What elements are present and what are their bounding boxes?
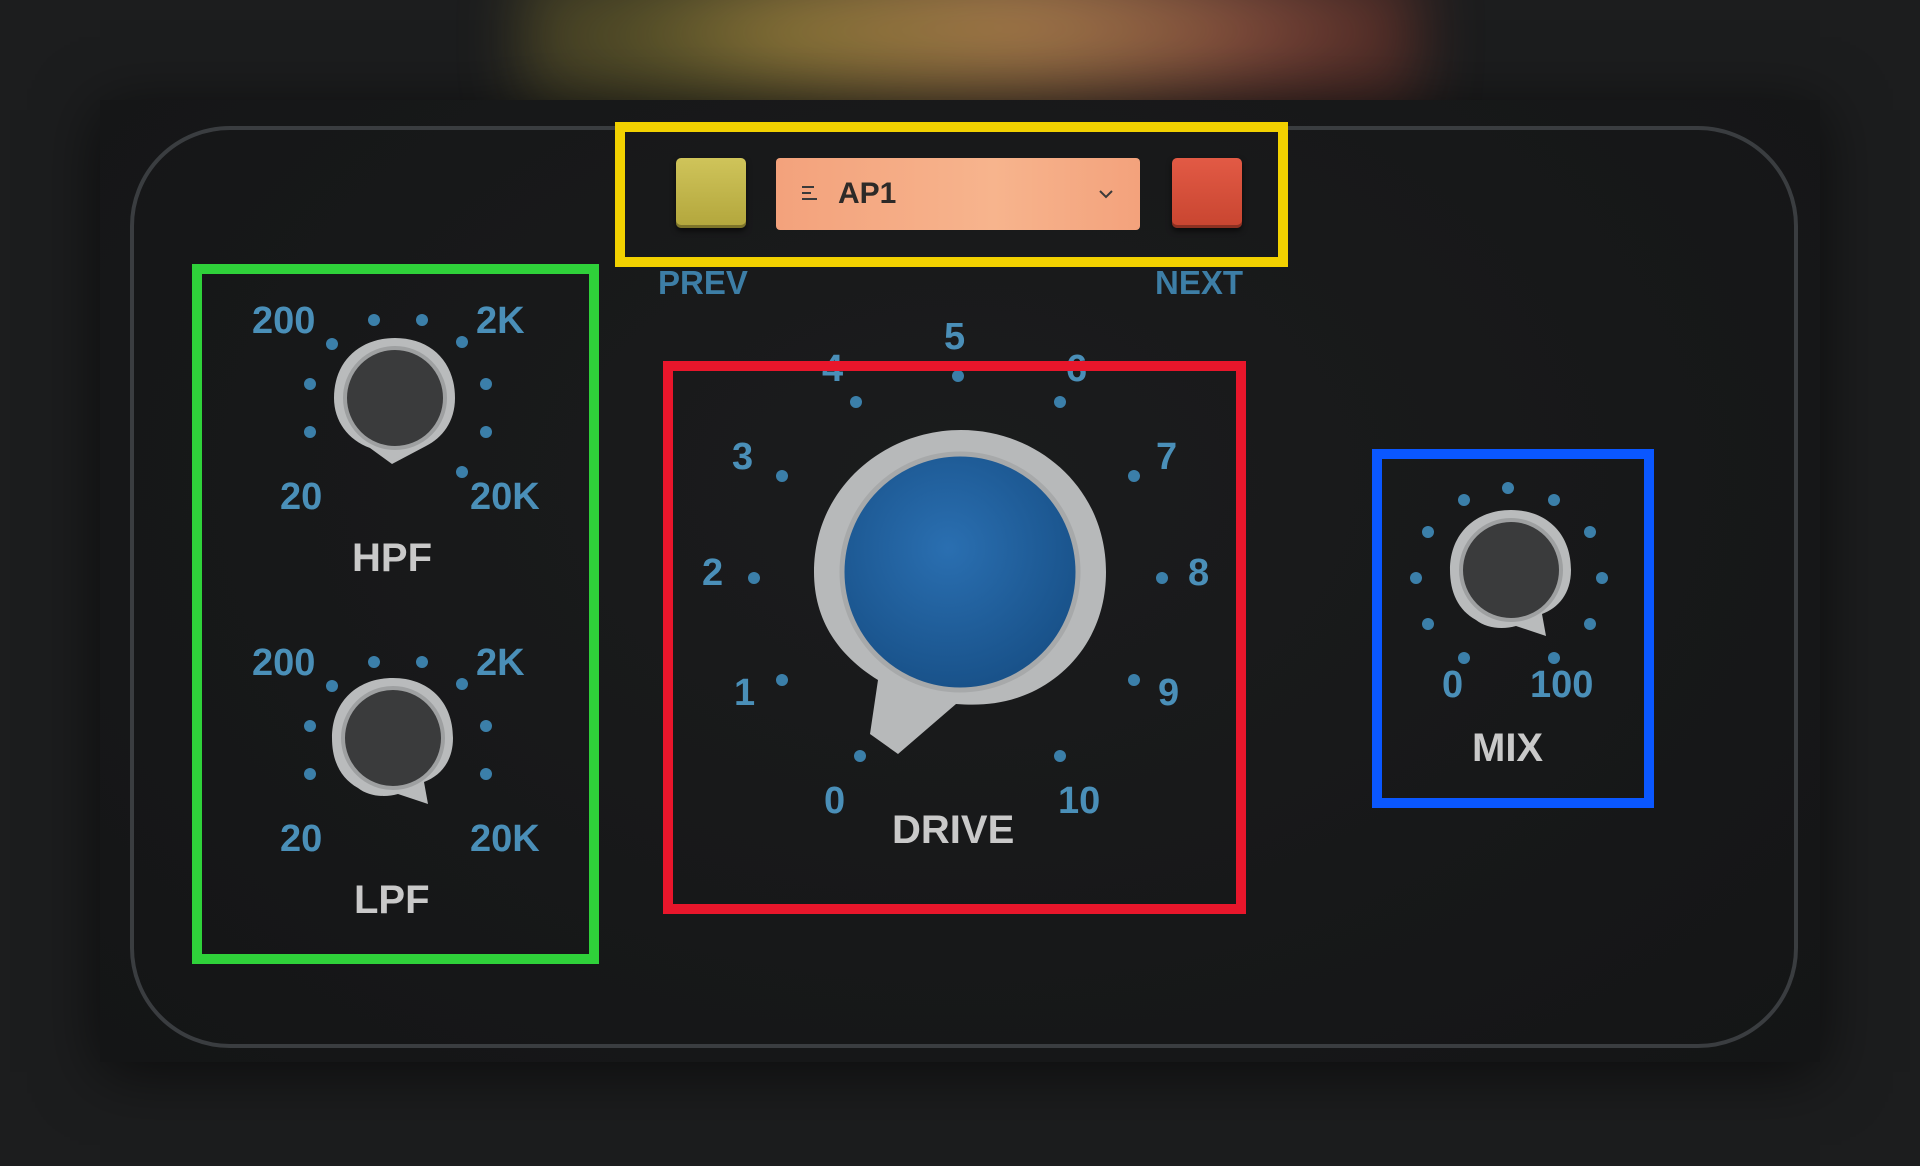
- filters-highlight: [192, 264, 599, 964]
- plugin-panel: AP1 PREV NEXT 200 2K 20 20K HPF 200 2K 2…: [100, 100, 1820, 1062]
- preset-bar-highlight: [615, 122, 1288, 267]
- next-label: NEXT: [1155, 264, 1244, 301]
- drive-tick-5: 5: [944, 316, 966, 358]
- drive-highlight: [663, 361, 1246, 914]
- mix-highlight: [1372, 449, 1654, 808]
- prev-label: PREV: [658, 264, 748, 301]
